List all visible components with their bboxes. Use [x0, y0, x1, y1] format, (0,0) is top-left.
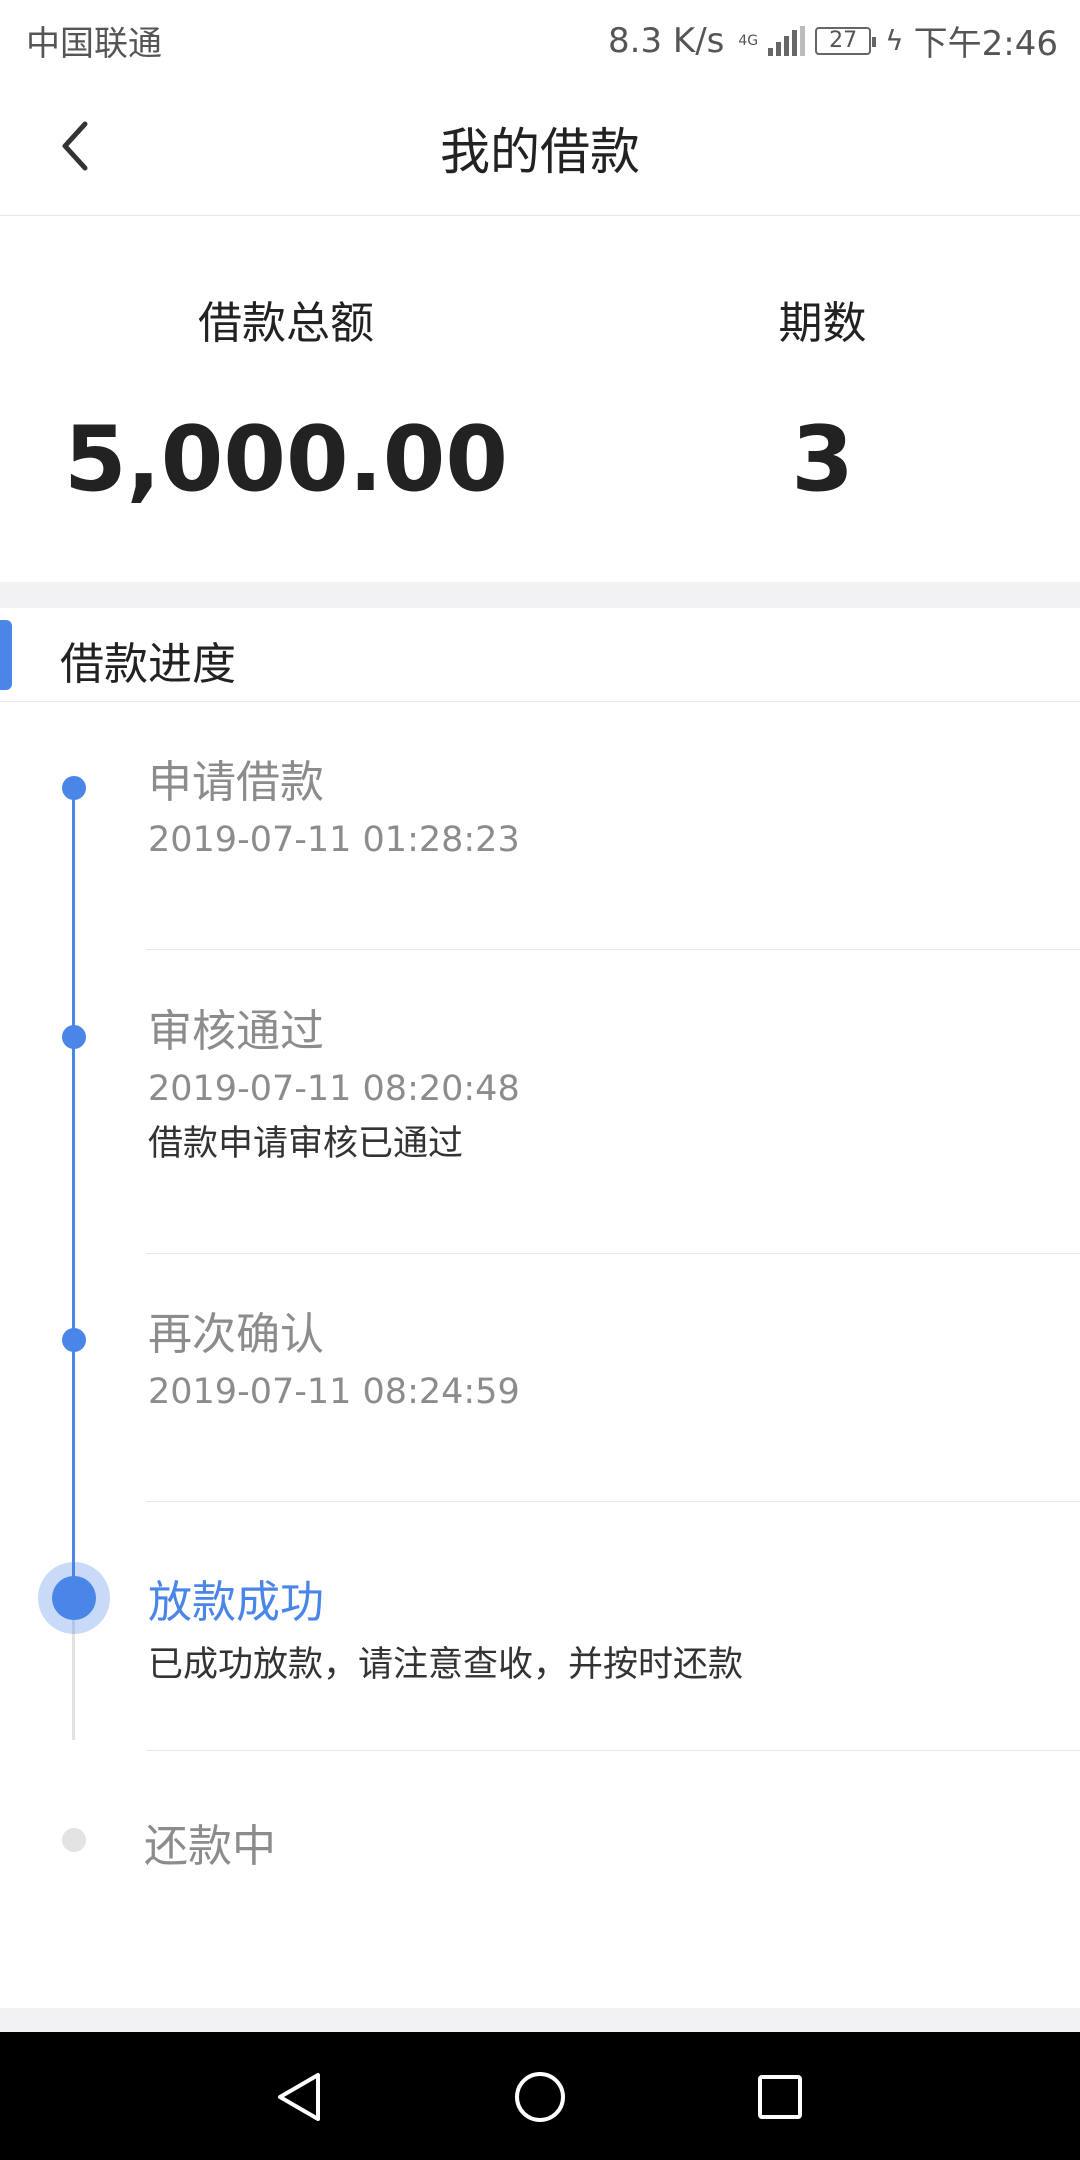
timeline-dot-step-3	[62, 1328, 86, 1352]
bottom-separator	[0, 2008, 1080, 2032]
status-indicators: 8.3 K/s 4G 27 ϟ 下午2:46	[608, 16, 1058, 65]
step-divider	[146, 1501, 1080, 1502]
loan-progress-timeline: 申请借款 2019-07-11 01:28:23 审核通过 2019-07-11…	[0, 702, 1080, 2010]
step-divider	[146, 1750, 1080, 1751]
timeline-step-repaying: 还款中	[144, 1810, 1080, 1874]
step-title: 申请借款	[148, 757, 324, 808]
step-divider	[146, 949, 1080, 950]
step-title: 审核通过	[148, 1006, 324, 1057]
timeline-step-disbursed: 放款成功 已成功放款，请注意查收，并按时还款	[148, 1566, 1080, 1687]
step-time: 2019-07-11 01:28:23	[148, 820, 520, 860]
step-description: 已成功放款，请注意查收，并按时还款	[148, 1645, 744, 1685]
step-description: 借款申请审核已通过	[148, 1124, 464, 1164]
timeline-dot-step-5	[62, 1828, 86, 1852]
app-header: 我的借款	[0, 76, 1080, 216]
step-time: 2019-07-11 08:20:48	[148, 1069, 520, 1109]
loan-summary: 借款总额 5,000.00 期数 3	[0, 217, 1080, 582]
clock: 下午2:46	[913, 24, 1058, 64]
square-recents-icon	[758, 2075, 802, 2119]
loan-total-value: 5,000.00	[63, 407, 509, 512]
charging-icon: ϟ	[885, 24, 904, 57]
nav-recents-button[interactable]	[745, 2062, 815, 2132]
section-separator	[0, 582, 1080, 608]
step-title: 放款成功	[148, 1577, 324, 1628]
network-type: 4G	[738, 32, 759, 49]
timeline-dot-step-2	[62, 1025, 86, 1049]
page-title: 我的借款	[440, 123, 640, 181]
loan-periods-value: 3	[791, 407, 854, 512]
loan-periods-label: 期数	[778, 298, 867, 349]
timeline-step-reconfirm: 再次确认 2019-07-11 08:24:59	[148, 1298, 1080, 1412]
network-speed: 8.3 K/s	[608, 20, 725, 61]
timeline-step-approved: 审核通过 2019-07-11 08:20:48 借款申请审核已通过	[148, 995, 1080, 1166]
timeline-step-apply: 申请借款 2019-07-11 01:28:23	[148, 746, 1080, 860]
step-title: 再次确认	[148, 1309, 324, 1360]
step-title: 还款中	[144, 1821, 276, 1872]
timeline-dot-current	[38, 1562, 110, 1634]
timeline-line-completed	[72, 786, 75, 1600]
triangle-back-icon	[278, 2073, 320, 2121]
progress-section-header: 借款进度	[0, 608, 1080, 702]
section-accent-bar	[0, 620, 12, 690]
loan-total-label: 借款总额	[198, 298, 374, 349]
carrier-name: 中国联通	[26, 24, 162, 64]
circle-home-icon	[515, 2072, 565, 2122]
progress-section-title: 借款进度	[60, 639, 236, 690]
system-navigation-bar	[0, 2032, 1080, 2160]
step-divider	[146, 1253, 1080, 1254]
nav-home-button[interactable]	[505, 2062, 575, 2132]
nav-back-button[interactable]	[265, 2062, 335, 2132]
step-time: 2019-07-11 08:24:59	[148, 1372, 520, 1412]
battery-icon: 27	[815, 26, 877, 55]
status-bar: 中国联通 8.3 K/s 4G 27 ϟ 下午2:46	[0, 0, 1080, 76]
signal-icon	[768, 25, 806, 56]
timeline-dot-step-1	[62, 776, 86, 800]
